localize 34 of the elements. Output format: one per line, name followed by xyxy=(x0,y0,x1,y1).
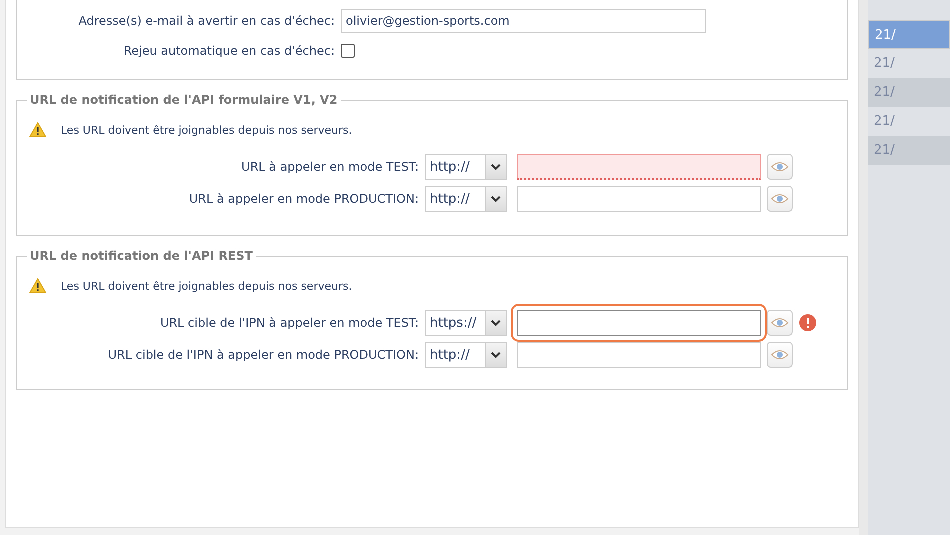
url-field[interactable] xyxy=(517,154,761,180)
warning-text: Les URL doivent être joignables depuis nos serveurs. xyxy=(61,280,352,292)
chevron-down-icon xyxy=(491,196,501,202)
chevron-down-icon xyxy=(491,164,501,170)
eye-icon xyxy=(771,349,789,361)
protocol-select[interactable]: http:// xyxy=(425,154,507,180)
protocol-select[interactable]: http:// xyxy=(425,342,507,368)
eye-icon xyxy=(771,193,789,205)
field-label: URL à appeler en mode TEST: xyxy=(240,160,420,174)
url-field[interactable] xyxy=(517,342,761,368)
field-label: URL cible de l'IPN à appeler en mode TEST: xyxy=(159,316,420,330)
field-label: URL à appeler en mode PRODUCTION: xyxy=(188,192,420,206)
warning-text: Les URL doivent être joignables depuis nos serveurs. xyxy=(61,124,352,136)
preview-button[interactable] xyxy=(767,154,793,180)
chevron-down-icon xyxy=(491,320,501,326)
fieldset-legend: URL de notification de l'API formulaire V1, V2 xyxy=(27,93,341,107)
field-label: URL cible de l'IPN à appeler en mode PRODUCTION: xyxy=(107,348,420,362)
eye-icon xyxy=(771,317,789,329)
field-label: Adresse(s) e-mail à avertir en cas d'échec: xyxy=(78,14,336,28)
checkbox[interactable] xyxy=(341,44,355,58)
fieldset-legend: URL de notification de l'API REST xyxy=(27,249,256,263)
protocol-select[interactable]: https:// xyxy=(425,310,507,336)
eye-icon xyxy=(771,161,789,173)
url-field[interactable] xyxy=(517,310,761,336)
preview-button[interactable] xyxy=(767,310,793,336)
chevron-down-icon xyxy=(491,352,501,358)
url-field[interactable] xyxy=(517,186,761,212)
protocol-select[interactable]: http:// xyxy=(425,186,507,212)
field-label: Rejeu automatique en cas d'échec: xyxy=(122,44,336,58)
warning-icon xyxy=(29,278,47,294)
preview-button[interactable] xyxy=(767,186,793,212)
preview-button[interactable] xyxy=(767,342,793,368)
email-field[interactable]: olivier@gestion-sports.com xyxy=(341,9,706,33)
warning-icon xyxy=(29,122,47,138)
